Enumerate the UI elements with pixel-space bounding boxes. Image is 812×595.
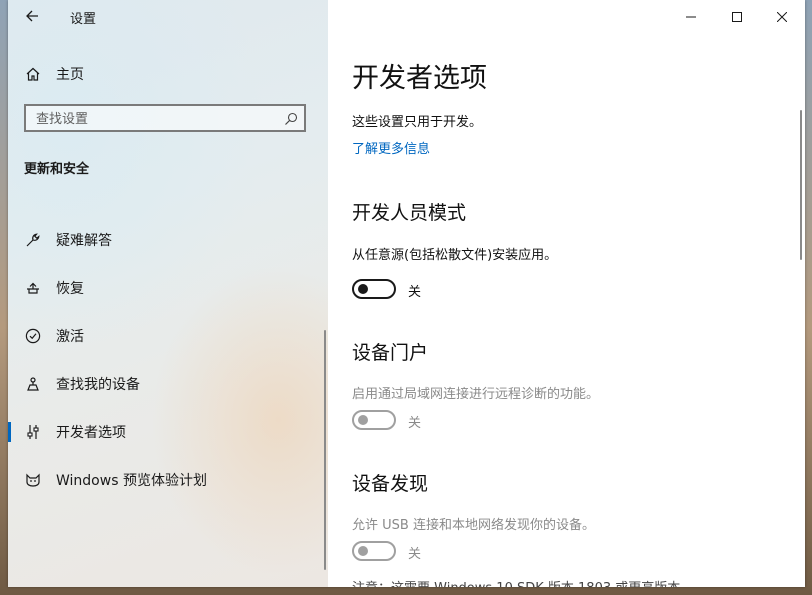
app-title: 设置 [70,12,97,27]
search-input[interactable] [34,109,278,129]
sidebar-item-label: 开发者选项 [56,425,126,441]
content-pane: 开发者选项 这些设置只用于开发。 了解更多信息 开发人员模式 从任意源(包括松散… [328,0,805,587]
person-pin-icon [24,375,42,393]
toggle-knob [358,546,368,556]
close-button[interactable] [759,0,805,34]
sidebar-item-label: 疑难解答 [56,233,112,249]
device-portal-toggle-state: 关 [408,416,422,431]
device-discovery-heading: 设备发现 [352,473,429,495]
home-icon [24,65,42,83]
developer-mode-description: 从任意源(包括松散文件)安装应用。 [352,248,558,263]
recovery-icon [24,279,42,297]
device-portal-description: 启用通过局域网连接进行远程诊断的功能。 [352,387,600,402]
section-title: 更新和安全 [24,162,90,177]
cat-icon [24,471,42,489]
device-portal-toggle[interactable] [352,410,396,430]
sidebar-scrollbar[interactable] [324,330,326,570]
page-title: 开发者选项 [352,63,487,94]
developer-mode-toggle[interactable] [352,279,396,299]
minimize-button[interactable] [668,0,714,34]
toggle-knob [358,284,368,294]
developer-sliders-icon [24,423,42,441]
developer-mode-toggle-state: 关 [408,285,422,300]
sdk-note: 注意：这需要 Windows 10 SDK 版本 1803 或更高版本。 [352,577,693,587]
close-icon [777,12,787,22]
device-discovery-toggle-state: 关 [408,547,422,562]
active-indicator [8,422,11,442]
sidebar-item-label: Windows 预览体验计划 [56,473,207,489]
learn-more-link[interactable]: 了解更多信息 [352,138,430,157]
maximize-icon [732,12,742,22]
sidebar-item-label: 激活 [56,329,84,345]
sidebar-item-label: 查找我的设备 [56,377,140,393]
page-description: 这些设置只用于开发。 [352,115,483,130]
check-circle-icon [24,327,42,345]
settings-window: 设置 主页 更新和安全 [8,0,805,587]
sidebar-item-troubleshoot[interactable]: 疑难解答 [8,220,328,260]
device-portal-heading: 设备门户 [352,342,429,364]
back-arrow-icon [26,10,38,22]
sidebar-item-find-my-device[interactable]: 查找我的设备 [8,364,328,404]
sidebar-item-developer-options[interactable]: 开发者选项 [8,412,328,452]
maximize-button[interactable] [714,0,760,34]
content-scrollbar[interactable] [800,110,802,260]
back-button[interactable] [20,4,44,28]
sidebar-item-activation[interactable]: 激活 [8,316,328,356]
sidebar: 设置 主页 更新和安全 [8,0,328,587]
wrench-icon [24,231,42,249]
search-box[interactable] [24,104,306,132]
sidebar-item-label: 恢复 [56,281,84,297]
device-discovery-description: 允许 USB 连接和本地网络发现你的设备。 [352,518,595,533]
minimize-icon [686,16,696,18]
sidebar-item-recovery[interactable]: 恢复 [8,268,328,308]
sidebar-item-home[interactable]: 主页 [8,58,328,90]
search-icon[interactable] [284,111,298,125]
sidebar-item-label: 主页 [56,67,84,83]
toggle-knob [358,415,368,425]
device-discovery-toggle[interactable] [352,541,396,561]
developer-mode-heading: 开发人员模式 [352,202,467,224]
sidebar-item-windows-insider[interactable]: Windows 预览体验计划 [8,460,328,500]
